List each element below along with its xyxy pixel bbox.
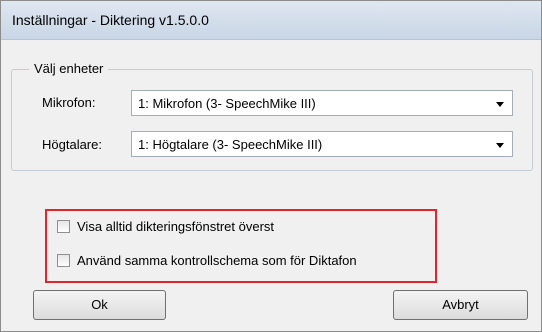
microphone-value: 1: Mikrofon (3- SpeechMike III) <box>138 96 316 111</box>
ok-button[interactable]: Ok <box>33 290 166 320</box>
title-bar[interactable]: Inställningar - Diktering v1.5.0.0 <box>1 1 541 40</box>
device-group-label: Välj enheter <box>29 61 109 76</box>
always-on-top-label[interactable]: Visa alltid dikteringsfönstret överst <box>77 219 274 234</box>
cancel-button[interactable]: Avbryt <box>393 290 528 320</box>
always-on-top-checkbox[interactable] <box>57 220 70 233</box>
speaker-value: 1: Högtalare (3- SpeechMike III) <box>138 137 323 152</box>
window-title: Inställningar - Diktering v1.5.0.0 <box>12 12 209 28</box>
microphone-label: Mikrofon: <box>42 95 96 110</box>
same-control-scheme-label[interactable]: Använd samma kontrollschema som för Dikt… <box>77 253 357 268</box>
chevron-down-icon[interactable] <box>496 102 504 107</box>
speaker-select[interactable]: 1: Högtalare (3- SpeechMike III) <box>131 131 513 157</box>
same-control-scheme-checkbox[interactable] <box>57 254 70 267</box>
settings-dialog: Inställningar - Diktering v1.5.0.0 Välj … <box>0 0 542 332</box>
microphone-select[interactable]: 1: Mikrofon (3- SpeechMike III) <box>131 90 513 116</box>
chevron-down-icon[interactable] <box>496 143 504 148</box>
speaker-label: Högtalare: <box>42 137 102 152</box>
